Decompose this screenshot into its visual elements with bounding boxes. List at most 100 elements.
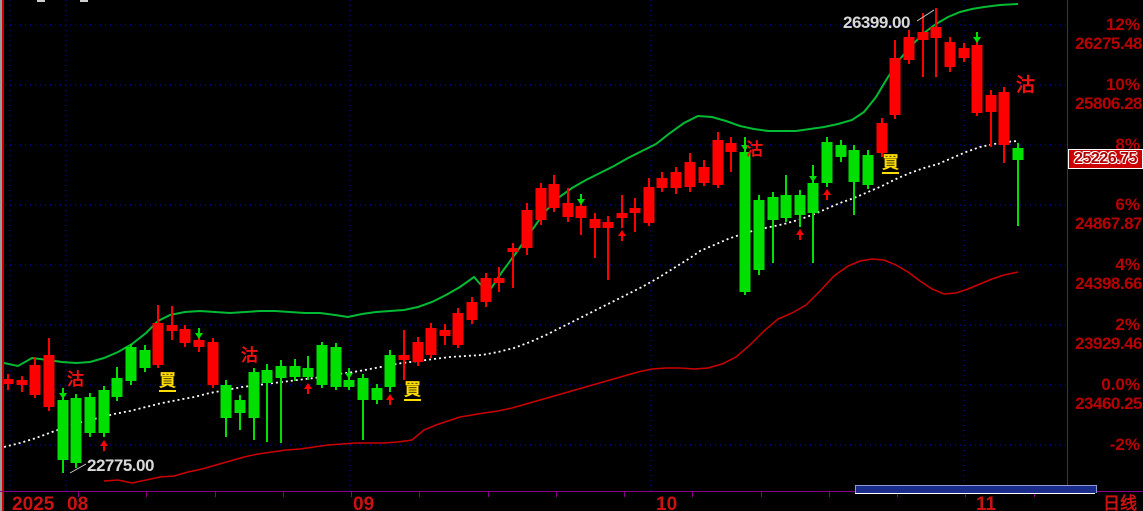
timeframe-label[interactable]: 日线 [1103, 495, 1137, 511]
candle-body [698, 167, 710, 183]
buy-signal-label: 買 [159, 371, 176, 392]
candle-body [398, 355, 410, 360]
candle-body [985, 95, 997, 112]
y-axis-pct-label: 12% [1105, 15, 1140, 34]
sell-signal-label: 沽 [746, 140, 763, 159]
y-axis-pct-label: 0.0% [1101, 375, 1140, 394]
buy-arrow-icon [307, 389, 309, 394]
candle-body [670, 172, 682, 188]
buy-arrow-icon [799, 235, 801, 240]
candle-body [656, 178, 668, 188]
top-edge-artifact [37, 0, 45, 2]
y-axis-price-label: 23460.25 [1075, 394, 1142, 413]
candle-body [98, 390, 110, 433]
sell-arrow-icon [195, 333, 203, 339]
x-axis-tick [624, 492, 625, 497]
y-axis-price-label: 26275.48 [1075, 34, 1142, 53]
x-axis-tick [283, 492, 284, 497]
y-axis-price-label: 25806.28 [1075, 94, 1142, 113]
candle-body [780, 195, 792, 218]
sell-arrow-icon [345, 373, 353, 379]
x-axis-tick [829, 492, 830, 497]
candle-body [616, 213, 628, 218]
bollinger-middle-band [3, 140, 1019, 448]
candle-body [958, 48, 970, 58]
buy-arrow-icon [304, 383, 312, 389]
candle-body [343, 380, 355, 387]
x-axis-tick [556, 492, 557, 497]
sell-signal-label: 沽 [241, 346, 258, 365]
candle-body [289, 366, 301, 377]
candle-body [562, 203, 574, 217]
chart-window: 日线 26399.00 22775.00 25226.75 沽買沽買沽買沽 12%… [0, 0, 1143, 511]
buy-arrow-icon [823, 189, 831, 195]
candle-body [43, 355, 55, 407]
candle-body [316, 345, 328, 385]
sell-arrow-icon [348, 368, 350, 373]
candle-body [70, 398, 82, 463]
x-axis-tick [78, 492, 79, 497]
candle-body [384, 355, 396, 387]
candle-body [207, 342, 219, 385]
top-edge-artifact [80, 0, 88, 2]
candle-body [193, 340, 205, 347]
candle-body [725, 143, 737, 152]
low-price-label: 22775.00 [87, 456, 154, 475]
y-axis-pct-label: 4% [1115, 255, 1140, 274]
candle-body [275, 366, 287, 378]
sell-arrow-icon [577, 199, 585, 205]
sell-signal-label: 沽 [67, 370, 84, 389]
candle-body [425, 328, 437, 355]
sell-arrow-icon [976, 32, 978, 37]
bollinger-lower-band [103, 258, 1019, 484]
scrollbar-thumb[interactable] [855, 485, 1097, 493]
candle-body [111, 378, 123, 397]
buy-arrow-icon [100, 440, 108, 446]
candle-body [166, 325, 178, 331]
sell-arrow-icon [62, 388, 64, 393]
y-axis-pct-label: 2% [1115, 315, 1140, 334]
candle-body [535, 188, 547, 220]
candle-body [16, 380, 28, 385]
buy-arrow-icon [389, 400, 391, 405]
candle-body [412, 342, 424, 362]
x-axis-tick [692, 492, 693, 497]
candle-body [753, 200, 765, 270]
candle-body [643, 187, 655, 223]
candle-body [862, 155, 874, 185]
x-axis-tick [488, 492, 489, 497]
candle-body [848, 150, 860, 182]
candle-body [548, 184, 560, 208]
y-axis-price-label: 24867.87 [1075, 214, 1142, 233]
y-axis-pct-label: -2% [1109, 435, 1140, 454]
candle-body [179, 329, 191, 343]
candle-body [302, 368, 314, 377]
high-price-label: 26399.00 [843, 13, 910, 32]
candle-body [575, 206, 587, 218]
y-axis-pct-label: 6% [1115, 195, 1140, 214]
candle-body [125, 347, 137, 381]
y-axis-price-label: 23929.46 [1075, 334, 1142, 353]
candle-body [739, 152, 751, 292]
candle-body [220, 385, 232, 418]
candle-body [807, 183, 819, 213]
candle-body [998, 92, 1010, 145]
candle-body [767, 197, 779, 220]
candle-body [629, 208, 641, 213]
window-left-border-red [2, 0, 4, 511]
candle-body [944, 42, 956, 67]
chart-plot-area[interactable] [0, 0, 1068, 494]
candle-body [2, 379, 14, 384]
buy-signal-label: 買 [882, 153, 899, 174]
candle-body [452, 313, 464, 345]
sell-arrow-icon [198, 328, 200, 333]
x-axis-tick [761, 492, 762, 497]
candle-body [794, 195, 806, 215]
high-price-pointer-line [916, 9, 935, 22]
candle-body [439, 330, 451, 336]
candle-body [971, 45, 983, 113]
candle-body [930, 27, 942, 38]
x-axis-tick [351, 492, 352, 497]
current-price-tag: 25226.75 [1068, 149, 1143, 169]
candle-body [876, 123, 888, 153]
